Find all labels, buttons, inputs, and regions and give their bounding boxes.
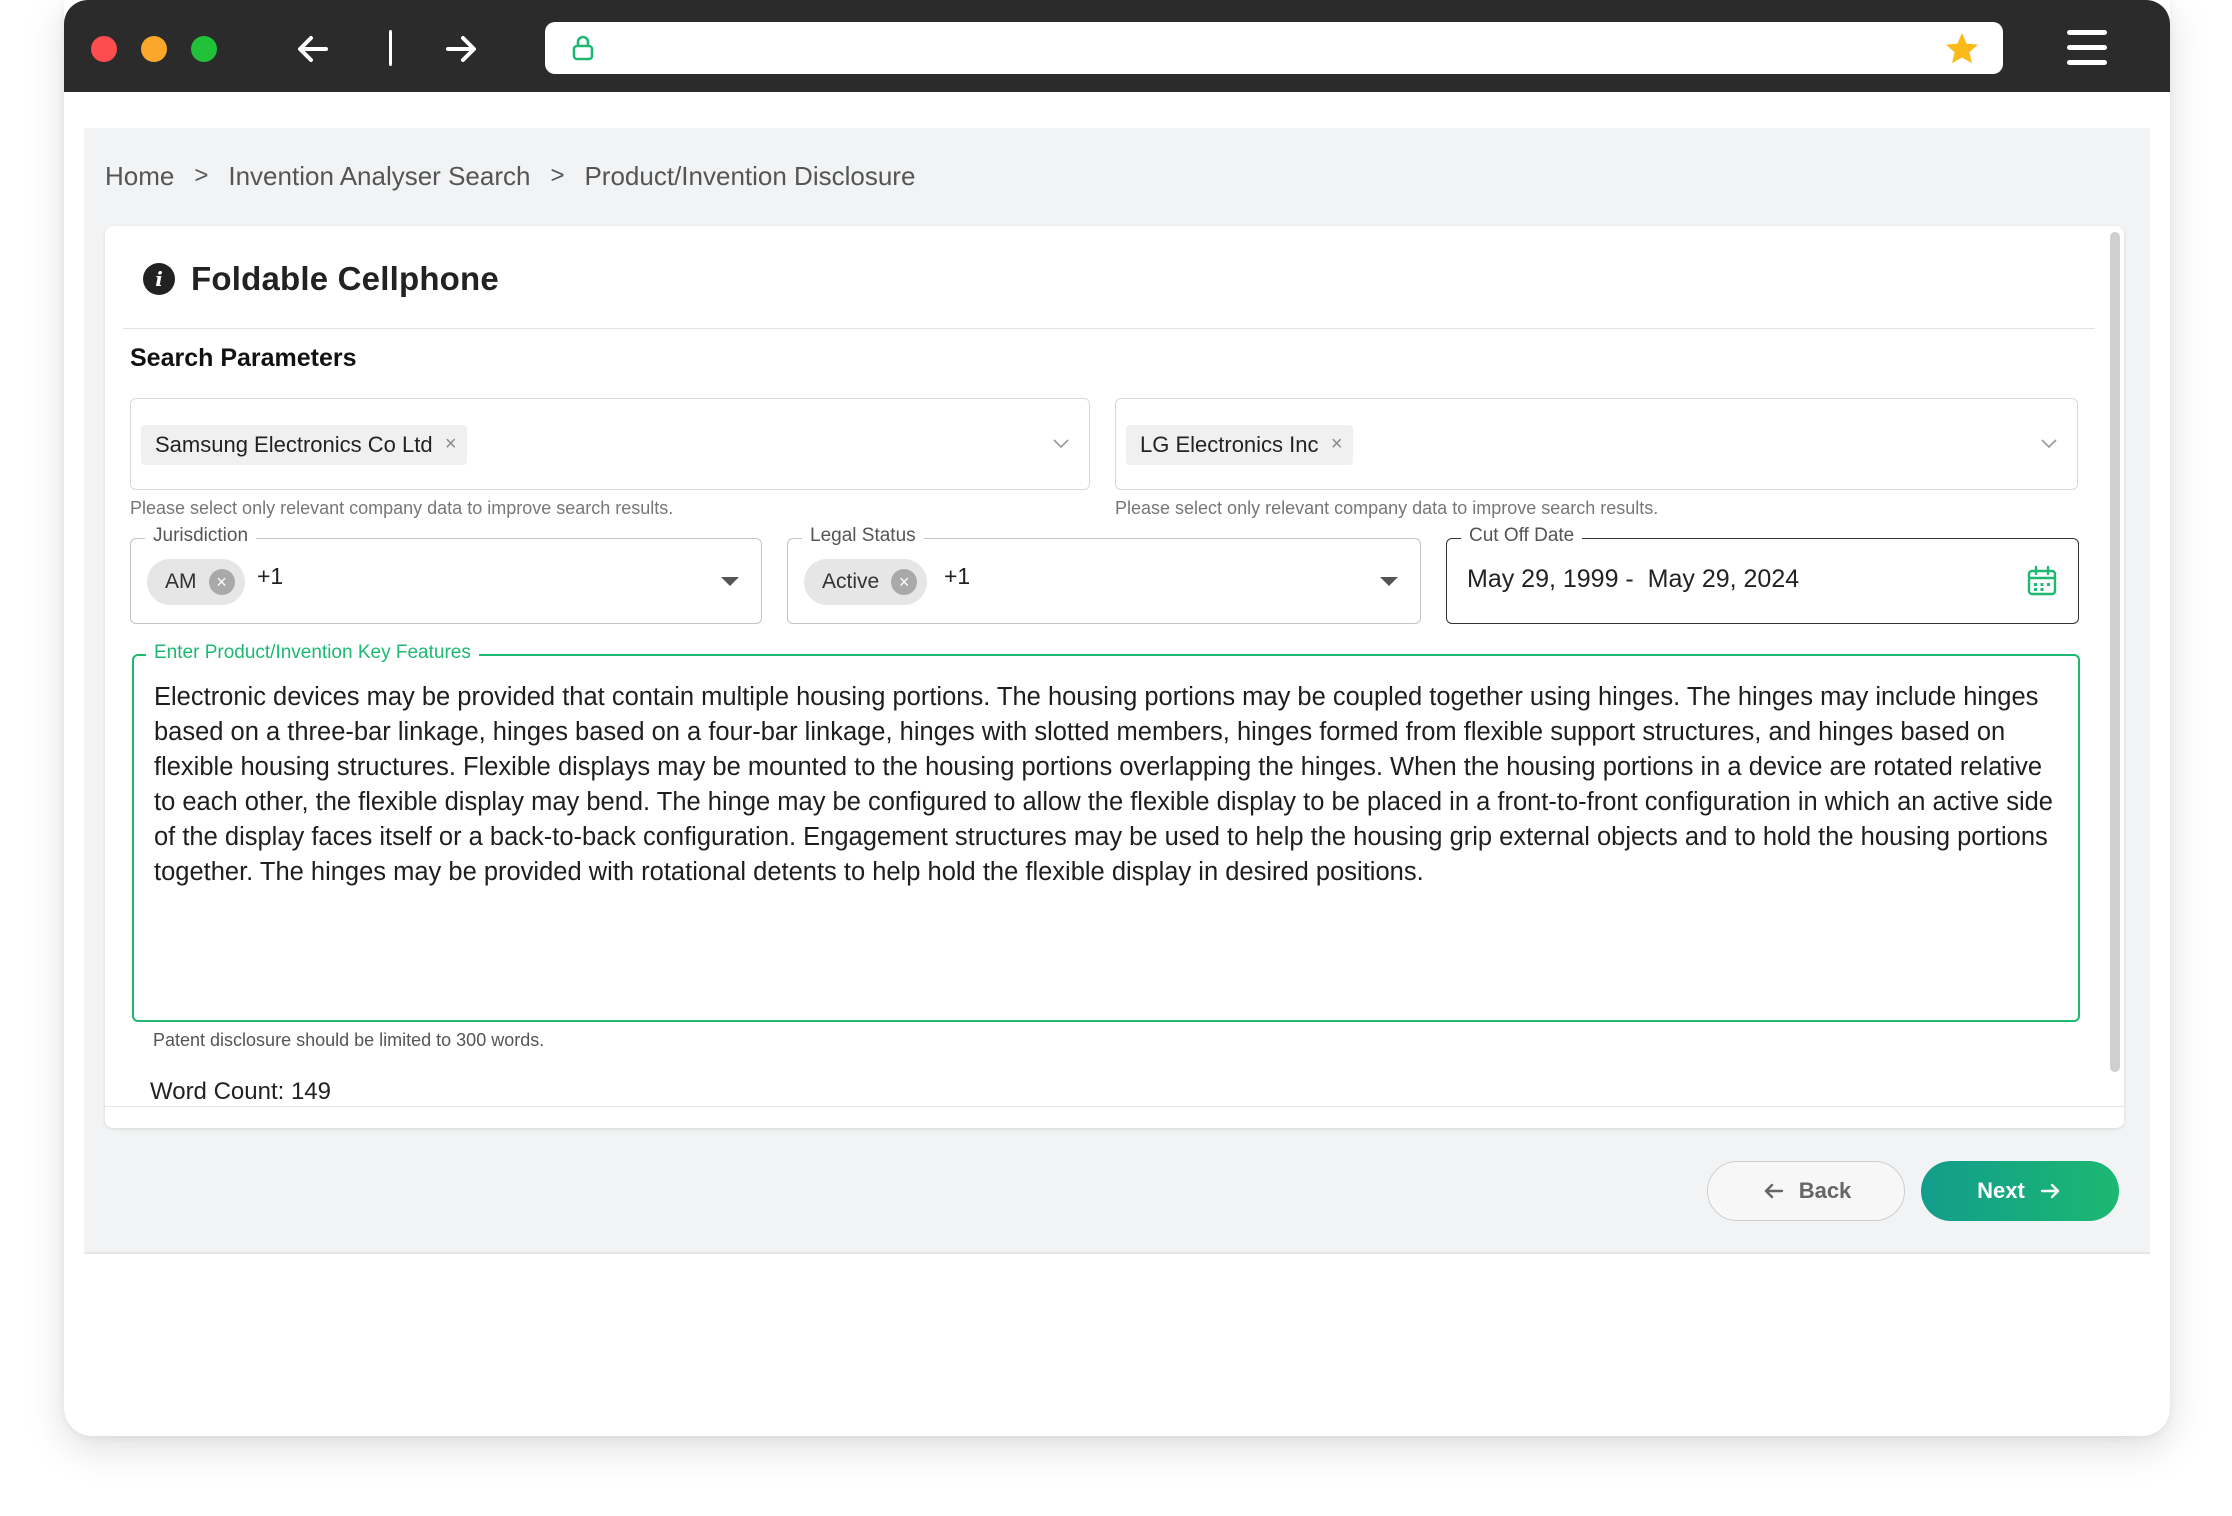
jurisdiction-select[interactable]: Jurisdiction AM × +1 — [130, 525, 762, 624]
browser-window: Home > Invention Analyser Search > Produ… — [64, 0, 2170, 1436]
lock-icon — [572, 35, 594, 61]
jurisdiction-chip: AM × — [147, 559, 245, 605]
back-button-label: Back — [1798, 1178, 1852, 1203]
cutoff-date-label: Cut Off Date — [1461, 525, 1583, 547]
more-count: +1 — [257, 563, 284, 589]
card-scrollbar[interactable] — [2110, 232, 2120, 1072]
company-helper-text: Please select only relevant company data… — [130, 498, 674, 518]
legal-status-select[interactable]: Legal Status Active × +1 — [787, 525, 1421, 624]
browser-back-button[interactable] — [290, 26, 336, 72]
browser-toolbar — [64, 0, 2170, 92]
chevron-down-icon — [1053, 439, 1069, 449]
next-button-label: Next — [1977, 1178, 2025, 1203]
close-window-button[interactable] — [91, 36, 117, 62]
minimize-window-button[interactable] — [141, 36, 167, 62]
word-limit-note: Patent disclosure should be limited to 3… — [153, 1030, 545, 1050]
star-icon[interactable] — [1943, 30, 1981, 68]
breadcrumb-separator: > — [194, 162, 209, 189]
hamburger-menu-icon[interactable] — [2065, 28, 2109, 68]
page-title: Foldable Cellphone — [191, 260, 499, 297]
arrow-right-icon — [2040, 1183, 2060, 1199]
section-title: Search Parameters — [130, 344, 357, 372]
remove-chip-icon[interactable]: × — [891, 569, 918, 595]
next-button[interactable]: Next — [1921, 1161, 2119, 1221]
breadcrumb-invention-analyser-search[interactable]: Invention Analyser Search — [228, 161, 530, 192]
remove-tag-icon[interactable]: × — [1331, 433, 1343, 456]
legal-status-chip: Active × — [804, 559, 928, 605]
company-tag: LG Electronics Inc × — [1126, 425, 1353, 465]
dropdown-caret-icon[interactable] — [1380, 577, 1398, 586]
card-header: i Foldable Cellphone — [143, 260, 499, 298]
company-tag: Samsung Electronics Co Ltd × — [141, 425, 467, 465]
company-tag-label: LG Electronics Inc — [1140, 432, 1319, 457]
info-icon[interactable]: i — [143, 263, 175, 295]
chip-label: AM — [165, 570, 197, 593]
remove-tag-icon[interactable]: × — [445, 433, 457, 456]
jurisdiction-label: Jurisdiction — [145, 525, 257, 547]
more-count: +1 — [944, 563, 971, 589]
maximize-window-button[interactable] — [191, 36, 217, 62]
browser-forward-button[interactable] — [438, 26, 484, 72]
company-helper-text: Please select only relevant company data… — [1115, 498, 1659, 518]
key-features-label: Enter Product/Invention Key Features — [146, 642, 479, 664]
company-select-secondary[interactable]: LG Electronics Inc × — [1115, 398, 2078, 490]
chevron-down-icon — [2041, 439, 2057, 449]
nav-separator — [389, 30, 392, 66]
company-select-primary[interactable]: Samsung Electronics Co Ltd × — [130, 398, 1090, 490]
cutoff-date-value[interactable]: May 29, 1999 - May 29, 2024 — [1467, 565, 1799, 594]
page-content: Home > Invention Analyser Search > Produ… — [84, 128, 2150, 1254]
arrow-left-icon — [298, 36, 328, 62]
word-count: Word Count: 149 — [150, 1078, 331, 1105]
cutoff-date-picker[interactable]: Cut Off Date May 29, 1999 - May 29, 2024 — [1446, 525, 2079, 624]
breadcrumb-separator: > — [550, 162, 565, 189]
breadcrumb-home[interactable]: Home — [105, 161, 174, 192]
header-divider — [123, 328, 2095, 329]
legal-status-label: Legal Status — [802, 525, 924, 547]
scrollbar-thumb[interactable] — [2110, 232, 2120, 1072]
calendar-icon[interactable] — [2026, 565, 2058, 597]
back-button[interactable]: Back — [1707, 1161, 1905, 1221]
disclosure-card: i Foldable Cellphone Search Parameters S… — [105, 226, 2124, 1128]
arrow-right-icon — [446, 36, 476, 62]
dropdown-caret-icon[interactable] — [721, 577, 739, 586]
address-bar[interactable] — [545, 22, 2003, 74]
chip-label: Active — [822, 570, 880, 593]
arrow-left-icon — [1764, 1183, 1783, 1199]
key-features-textarea[interactable]: Enter Product/Invention Key Features Ele… — [132, 642, 2080, 1022]
key-features-text[interactable]: Electronic devices may be provided that … — [154, 680, 2054, 890]
page-divider — [84, 1252, 2150, 1254]
company-tag-label: Samsung Electronics Co Ltd — [155, 432, 433, 457]
card-footer-edge — [105, 1106, 2124, 1128]
breadcrumb-current-page: Product/Invention Disclosure — [584, 160, 916, 191]
remove-chip-icon[interactable]: × — [208, 569, 235, 595]
breadcrumb: Home > Invention Analyser Search > Produ… — [105, 158, 915, 194]
